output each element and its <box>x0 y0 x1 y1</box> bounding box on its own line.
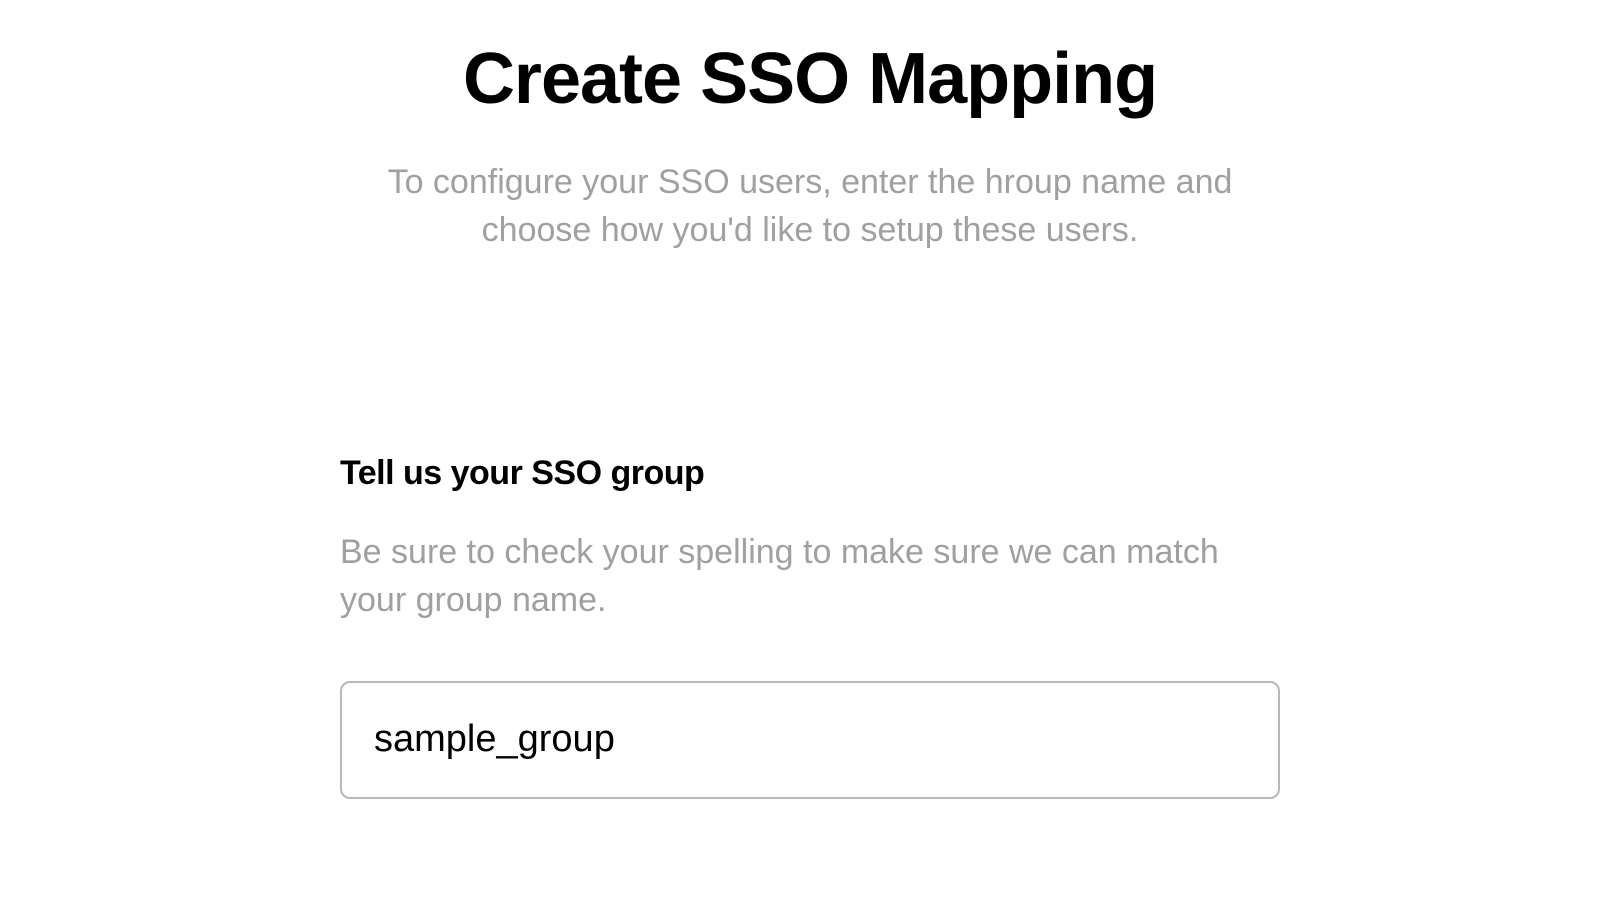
sso-group-input[interactable] <box>340 681 1280 799</box>
group-section-title: Tell us your SSO group <box>340 454 1280 493</box>
group-section-description: Be sure to check your spelling to make s… <box>340 529 1280 624</box>
page-subtitle: To configure your SSO users, enter the h… <box>340 159 1280 254</box>
page-title: Create SSO Mapping <box>340 40 1280 119</box>
sso-mapping-form: Create SSO Mapping To configure your SSO… <box>340 40 1280 799</box>
